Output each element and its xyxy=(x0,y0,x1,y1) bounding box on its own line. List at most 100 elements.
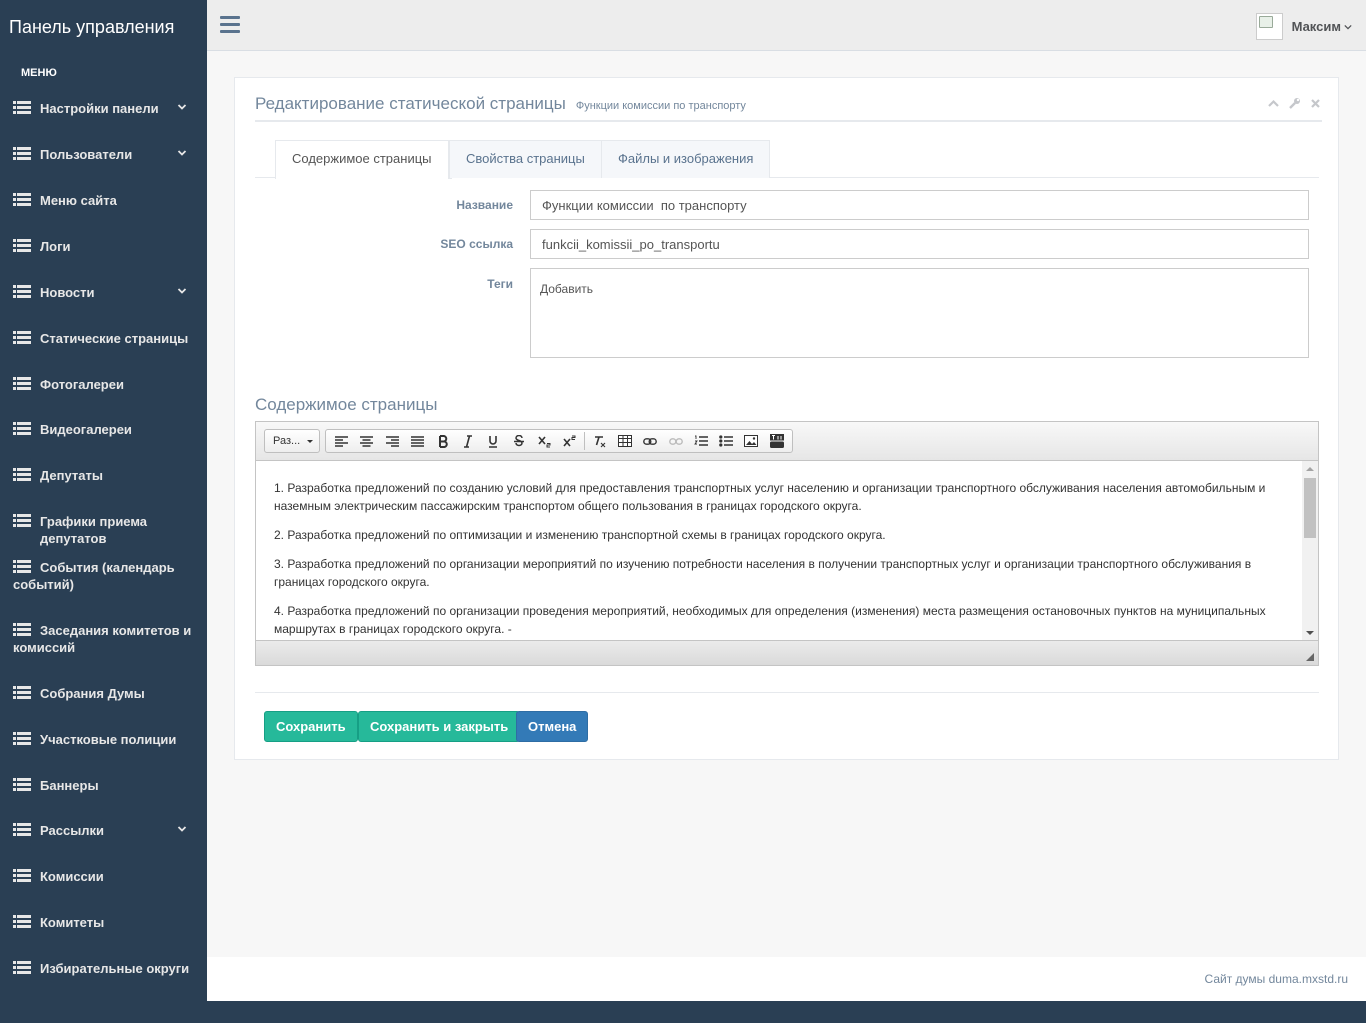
sidebar-item[interactable]: Рассылки xyxy=(0,822,207,839)
sidebar-item-label: Рассылки xyxy=(40,823,105,838)
list-icon xyxy=(13,915,31,928)
cancel-button[interactable]: Отмена xyxy=(516,711,589,742)
sidebar-item[interactable]: Баннеры xyxy=(0,777,207,794)
image-icon[interactable] xyxy=(739,430,764,452)
collapse-icon[interactable] xyxy=(1267,97,1280,110)
tab-properties[interactable]: Свойства страницы xyxy=(449,140,602,178)
sidebar-item-label: Настройки панели xyxy=(40,101,159,116)
chevron-down-icon[interactable] xyxy=(1344,23,1352,31)
sidebar-item-label: Заседания комитетов и комиссий xyxy=(13,623,192,655)
sidebar-item[interactable]: Логи xyxy=(0,238,207,255)
list-icon xyxy=(13,869,31,882)
footer-text: Сайт думы duma.mxstd.ru xyxy=(1204,972,1348,986)
underline-icon[interactable] xyxy=(481,430,506,452)
menu-toggle-icon[interactable] xyxy=(220,16,240,34)
editor-footer xyxy=(256,640,1318,665)
align-justify-icon[interactable] xyxy=(405,430,430,452)
brand-title[interactable]: Панель управления xyxy=(0,0,207,54)
name-input[interactable] xyxy=(530,190,1309,220)
scroll-down-icon[interactable] xyxy=(1306,631,1314,639)
seo-input[interactable] xyxy=(530,229,1309,259)
tab-content[interactable]: Содержимое страницы xyxy=(275,140,452,179)
table-icon[interactable] xyxy=(612,430,637,452)
sidebar-item[interactable]: Избирательные округи xyxy=(0,960,207,977)
sidebar-item-label: Депутаты xyxy=(40,468,103,483)
main-content: Редактирование статической страницы Функц… xyxy=(207,51,1366,957)
list-icon xyxy=(13,101,31,114)
content-section-title: Содержимое страницы xyxy=(255,395,438,414)
link-icon[interactable] xyxy=(638,430,663,452)
sidebar-item-label: Собрания Думы xyxy=(40,686,145,701)
page-title: Редактирование статической страницы xyxy=(255,94,566,113)
sidebar-item-label: Меню сайта xyxy=(40,193,117,208)
close-icon[interactable] xyxy=(1309,97,1322,110)
avatar[interactable] xyxy=(1255,13,1283,40)
seo-label: SEO ссылка xyxy=(440,237,513,251)
save-close-button[interactable]: Сохранить и закрыть xyxy=(358,711,521,742)
sidebar-item[interactable]: Графики приема депутатов xyxy=(0,513,207,547)
chevron-down-icon[interactable] xyxy=(177,102,187,112)
unlink-icon[interactable] xyxy=(663,430,688,452)
wrench-icon[interactable] xyxy=(1288,97,1301,110)
tab-files[interactable]: Файлы и изображения xyxy=(601,140,771,178)
user-name[interactable]: Максим xyxy=(1292,19,1341,34)
scroll-up-icon[interactable] xyxy=(1306,463,1314,471)
remove-format-icon[interactable] xyxy=(587,430,612,452)
chevron-down-icon[interactable] xyxy=(177,148,187,158)
align-center-icon[interactable] xyxy=(354,430,379,452)
italic-icon[interactable] xyxy=(455,430,480,452)
sidebar-item[interactable]: Участковые полиции xyxy=(0,731,207,748)
sidebar-item[interactable]: Новости xyxy=(0,284,207,301)
sidebar-item[interactable]: Видеогалереи xyxy=(0,421,207,438)
edit-panel: Редактирование статической страницы Функц… xyxy=(234,77,1339,760)
numbered-list-icon[interactable] xyxy=(688,430,713,452)
chevron-down-icon[interactable] xyxy=(177,286,187,296)
user-menu[interactable]: Максим xyxy=(1255,13,1352,40)
strikethrough-icon[interactable] xyxy=(506,430,531,452)
bold-icon[interactable] xyxy=(430,430,455,452)
name-label: Название xyxy=(456,198,513,212)
editor-paragraph: 3. Разработка предложений по организации… xyxy=(274,557,1252,589)
sidebar-item[interactable]: События (календарь событий) xyxy=(0,559,207,593)
divider xyxy=(255,692,1319,693)
align-right-icon[interactable] xyxy=(380,430,405,452)
bullet-list-icon[interactable] xyxy=(713,430,738,452)
list-icon xyxy=(13,514,31,527)
sidebar-item-label: Фотогалереи xyxy=(40,377,124,392)
panel-header: Редактирование статической страницы Функц… xyxy=(255,94,1322,122)
list-icon xyxy=(13,331,31,344)
align-left-icon[interactable] xyxy=(329,430,354,452)
list-icon xyxy=(13,686,31,699)
sidebar-item-label: Видеогалереи xyxy=(40,422,132,437)
superscript-icon[interactable] xyxy=(557,430,582,452)
sidebar-item[interactable]: Фотогалереи xyxy=(0,376,207,393)
sidebar-item[interactable]: Собрания Думы xyxy=(0,685,207,702)
subscript-icon[interactable] xyxy=(531,430,556,452)
tags-input[interactable]: Добавить xyxy=(530,268,1309,358)
editor-paragraph: 4. Разработка предложений по организации… xyxy=(274,604,1266,636)
editor-content[interactable]: 1. Разработка предложений по созданию ус… xyxy=(256,461,1318,641)
format-select[interactable]: Раз... xyxy=(264,429,320,453)
save-button[interactable]: Сохранить xyxy=(264,711,358,742)
scroll-thumb[interactable] xyxy=(1304,478,1316,538)
top-nav: Максим xyxy=(207,0,1366,51)
toolbar-buttons xyxy=(325,429,794,453)
sidebar-item[interactable]: Статические страницы xyxy=(0,330,207,347)
editor-paragraph: 1. Разработка предложений по созданию ус… xyxy=(274,481,1266,513)
sidebar-item[interactable]: Комиссии xyxy=(0,868,207,885)
sidebar-item-label: Пользователи xyxy=(40,147,133,162)
editor-scrollbar[interactable] xyxy=(1302,461,1318,641)
sidebar-item[interactable]: Комитеты xyxy=(0,914,207,931)
list-icon xyxy=(13,961,31,974)
sidebar-item-label: Баннеры xyxy=(40,778,99,793)
sidebar-item-label: Комитеты xyxy=(40,915,105,930)
sidebar-item[interactable]: Меню сайта xyxy=(0,192,207,209)
resize-handle-icon[interactable] xyxy=(1306,653,1314,661)
sidebar-item[interactable]: Пользователи xyxy=(0,146,207,163)
chevron-down-icon[interactable] xyxy=(177,824,187,834)
sidebar-item[interactable]: Настройки панели xyxy=(0,100,207,117)
sidebar-item[interactable]: Депутаты xyxy=(0,467,207,484)
youtube-icon[interactable] xyxy=(764,430,789,452)
sidebar-item-label: Избирательные округи xyxy=(40,961,190,976)
sidebar-item[interactable]: Заседания комитетов и комиссий xyxy=(0,622,207,656)
